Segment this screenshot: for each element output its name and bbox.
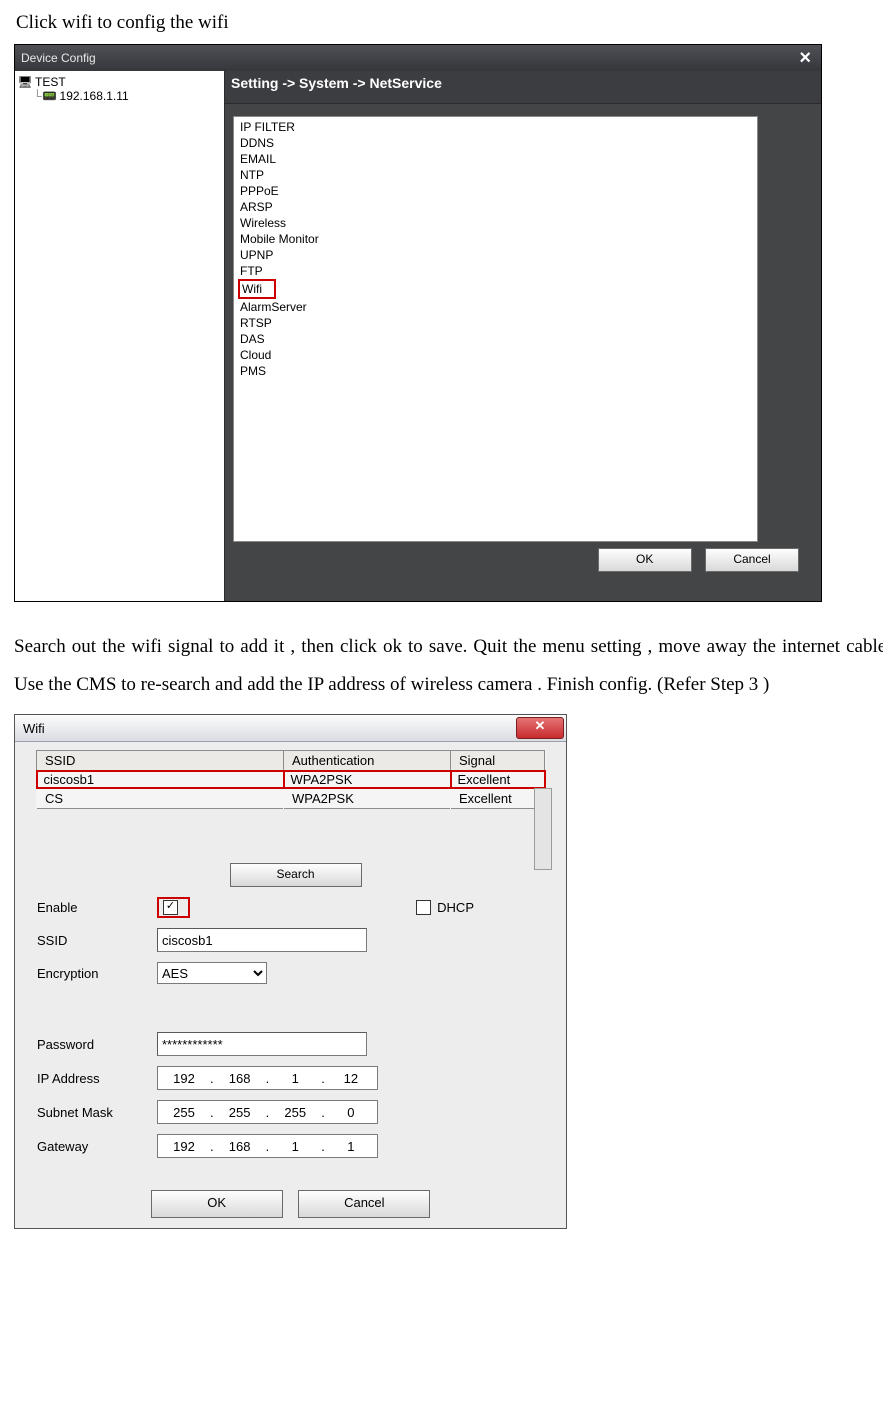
service-item[interactable]: Wifi <box>238 279 276 299</box>
col-ssid: SSID <box>37 751 284 772</box>
service-item[interactable]: DAS <box>238 331 753 347</box>
service-item[interactable]: DDNS <box>238 135 753 151</box>
ip-oct1[interactable]: 192 <box>158 1071 210 1086</box>
gateway-label: Gateway <box>37 1139 157 1154</box>
ip-oct4[interactable]: 12 <box>325 1071 377 1086</box>
mask-oct3[interactable]: 255 <box>269 1105 321 1120</box>
service-item[interactable]: Mobile Monitor <box>238 231 753 247</box>
mask-oct2[interactable]: 255 <box>214 1105 266 1120</box>
scrollbar[interactable] <box>534 788 552 870</box>
enable-label: Enable <box>37 900 157 915</box>
window-title: Device Config <box>21 51 96 65</box>
tree-root-label: TEST <box>35 75 66 89</box>
service-item[interactable]: ARSP <box>238 199 753 215</box>
wifi-titlebar: Wifi ✕ <box>15 715 566 742</box>
cancel-button[interactable]: Cancel <box>705 548 799 572</box>
gateway-input[interactable]: 192. 168. 1. 1 <box>157 1134 378 1158</box>
ssid-label: SSID <box>37 933 157 948</box>
instruction-text-1: Click wifi to config the wifi <box>16 4 883 42</box>
gw-oct1[interactable]: 192 <box>158 1139 210 1154</box>
password-label: Password <box>37 1037 157 1052</box>
service-item[interactable]: PMS <box>238 363 753 379</box>
tree-root[interactable]: 🖥 TEST <box>17 75 222 89</box>
device-tree[interactable]: 🖥 TEST └ 📟 192.168.1.11 <box>15 71 225 601</box>
ip-oct2[interactable]: 168 <box>214 1071 266 1086</box>
breadcrumb: Setting -> System -> NetService <box>225 71 821 104</box>
password-input[interactable] <box>157 1032 367 1056</box>
device-config-window: Device Config × 🖥 TEST └ 📟 192.168.1.11 … <box>14 44 822 602</box>
ip-oct3[interactable]: 1 <box>269 1071 321 1086</box>
search-button[interactable]: Search <box>230 863 362 887</box>
service-item[interactable]: UPNP <box>238 247 753 263</box>
service-item[interactable]: AlarmServer <box>238 299 753 315</box>
wifi-networks-table[interactable]: SSID Authentication Signal ciscosb1WPA2P… <box>36 750 546 809</box>
device-config-titlebar: Device Config × <box>15 45 821 71</box>
mask-oct4[interactable]: 0 <box>325 1105 377 1120</box>
enable-checkbox-highlight <box>157 897 190 918</box>
service-item[interactable]: Wireless <box>238 215 753 231</box>
ssid-input[interactable] <box>157 928 367 952</box>
subnet-mask-input[interactable]: 255. 255. 255. 0 <box>157 1100 378 1124</box>
close-icon[interactable]: × <box>795 47 815 70</box>
service-item[interactable]: EMAIL <box>238 151 753 167</box>
close-button[interactable]: ✕ <box>516 717 564 739</box>
enable-checkbox[interactable] <box>163 900 178 915</box>
service-item[interactable]: FTP <box>238 263 753 279</box>
netservice-list[interactable]: IP FILTERDDNSEMAILNTPPPPoEARSPWirelessMo… <box>233 116 758 542</box>
computer-icon: 🖥 <box>17 75 33 89</box>
tree-ip-label: 192.168.1.11 <box>60 89 129 103</box>
tree-branch-icon: └ <box>33 89 42 103</box>
service-item[interactable]: PPPoE <box>238 183 753 199</box>
wifi-dialog: Wifi ✕ SSID Authentication Signal ciscos… <box>14 714 567 1229</box>
service-item[interactable]: Cloud <box>238 347 753 363</box>
wifi-cancel-button[interactable]: Cancel <box>298 1190 430 1218</box>
mask-oct1[interactable]: 255 <box>158 1105 210 1120</box>
gw-oct4[interactable]: 1 <box>325 1139 377 1154</box>
mask-label: Subnet Mask <box>37 1105 157 1120</box>
col-auth: Authentication <box>284 751 451 772</box>
col-signal: Signal <box>451 751 545 772</box>
encryption-select[interactable]: AES <box>157 962 267 984</box>
ok-button[interactable]: OK <box>598 548 692 572</box>
device-icon: 📟 <box>42 89 58 103</box>
wifi-ok-button[interactable]: OK <box>151 1190 283 1218</box>
wifi-window-title: Wifi <box>23 721 45 736</box>
instruction-text-2: Search out the wifi signal to add it , t… <box>14 628 883 704</box>
ip-address-input[interactable]: 192. 168. 1. 12 <box>157 1066 378 1090</box>
gw-oct2[interactable]: 168 <box>214 1139 266 1154</box>
table-row[interactable]: CSWPA2PSKExcellent <box>37 788 545 809</box>
dhcp-label: DHCP <box>437 900 474 915</box>
service-item[interactable]: NTP <box>238 167 753 183</box>
tree-ip-item[interactable]: └ 📟 192.168.1.11 <box>17 89 222 103</box>
encryption-label: Encryption <box>37 966 157 981</box>
ip-label: IP Address <box>37 1071 157 1086</box>
table-row[interactable]: ciscosb1WPA2PSKExcellent <box>37 771 545 788</box>
table-header-row: SSID Authentication Signal <box>37 751 545 772</box>
dhcp-checkbox[interactable] <box>416 900 431 915</box>
service-item[interactable]: RTSP <box>238 315 753 331</box>
service-item[interactable]: IP FILTER <box>238 119 753 135</box>
gw-oct3[interactable]: 1 <box>269 1139 321 1154</box>
